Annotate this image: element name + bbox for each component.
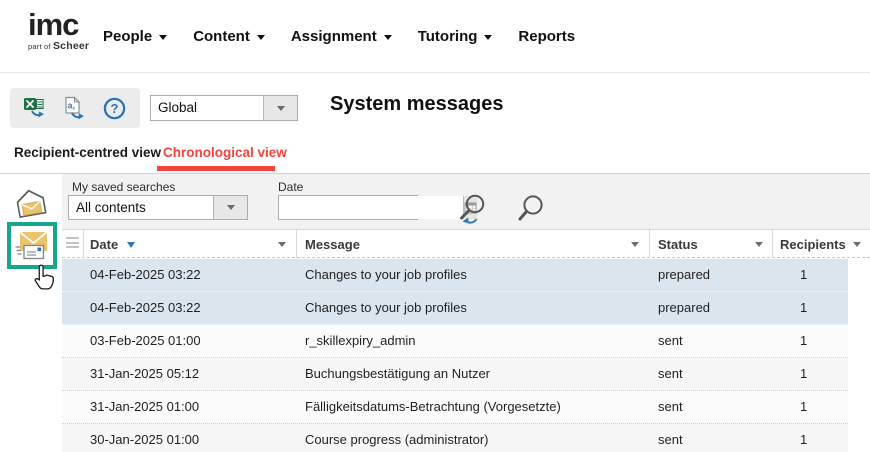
search-icon[interactable] <box>516 193 548 232</box>
message-filter-caret-icon[interactable] <box>631 242 639 247</box>
cell-date: 04-Feb-2025 03:22 <box>62 259 296 291</box>
date-filter-label: Date <box>278 180 303 194</box>
cell-message: Changes to your job profiles <box>296 259 649 291</box>
table-row[interactable]: 30-Jan-2025 01:00 Course progress (admin… <box>62 424 848 452</box>
export-toolbar: a, ? <box>10 88 140 128</box>
chevron-down-icon <box>484 35 492 40</box>
cell-recipients: 1 <box>772 391 848 423</box>
main-menu: People Content Assignment Tutoring Repor… <box>103 0 575 72</box>
table-row[interactable]: 31-Jan-2025 01:00 Fälligkeitsdatums-Betr… <box>62 391 848 424</box>
logo-subtext: part of Scheer <box>28 40 89 52</box>
table-menu-icon[interactable] <box>66 237 79 251</box>
cell-status: sent <box>649 424 772 452</box>
chevron-down-icon <box>227 205 235 210</box>
recipient-view-envelope-icon[interactable] <box>11 188 51 226</box>
cell-date: 31-Jan-2025 01:00 <box>62 391 296 423</box>
cell-message: Changes to your job profiles <box>296 292 649 324</box>
svg-text:a,: a, <box>67 100 75 110</box>
table-row[interactable]: 03-Feb-2025 01:00 r_skillexpiry_admin se… <box>62 325 848 358</box>
cell-date: 30-Jan-2025 01:00 <box>62 424 296 452</box>
cell-status: sent <box>649 358 772 390</box>
column-header-recipients[interactable]: Recipients <box>780 230 846 258</box>
text-export-icon[interactable]: a, <box>62 95 88 121</box>
cell-status: prepared <box>649 292 772 324</box>
cell-date: 03-Feb-2025 01:00 <box>62 325 296 357</box>
excel-export-icon[interactable] <box>23 95 49 121</box>
sort-desc-icon <box>127 242 135 248</box>
help-icon[interactable]: ? <box>101 95 127 121</box>
column-header-status[interactable]: Status <box>658 230 698 258</box>
saved-searches-label: My saved searches <box>72 180 175 194</box>
cell-recipients: 1 <box>772 424 848 452</box>
date-filter-field <box>278 195 418 220</box>
nav-item-assignment[interactable]: Assignment <box>291 28 392 45</box>
cell-message: Fälligkeitsdatums-Betrachtung (Vorgesetz… <box>296 391 649 423</box>
column-divider <box>83 230 84 258</box>
date-input[interactable] <box>279 196 463 219</box>
recipients-filter-caret-icon[interactable] <box>853 242 861 247</box>
nav-item-people[interactable]: People <box>103 28 167 45</box>
table-row[interactable]: 31-Jan-2025 05:12 Buchungsbestätigung an… <box>62 358 848 391</box>
date-filter-caret-icon[interactable] <box>278 242 286 247</box>
table-header: Date Message Status Recipients <box>62 229 870 258</box>
table-row[interactable]: 04-Feb-2025 03:22 Changes to your job pr… <box>62 292 848 325</box>
saved-searches-button[interactable] <box>213 196 247 219</box>
cell-recipients: 1 <box>772 292 848 324</box>
page-title: System messages <box>330 93 503 116</box>
nav-item-content[interactable]: Content <box>193 28 265 45</box>
nav-item-reports[interactable]: Reports <box>518 28 575 45</box>
app-root: imc part of Scheer People Content Assign… <box>0 0 870 452</box>
column-divider <box>296 230 297 258</box>
cell-recipients: 1 <box>772 259 848 291</box>
cell-message: Course progress (administrator) <box>296 424 649 452</box>
saved-searches-value: All contents <box>69 196 213 219</box>
tab-chronological-view[interactable]: Chronological view <box>163 145 287 160</box>
cell-status: sent <box>649 391 772 423</box>
column-header-date[interactable]: Date <box>90 230 135 258</box>
saved-searches-select[interactable]: All contents <box>68 195 248 220</box>
cell-message: r_skillexpiry_admin <box>296 325 649 357</box>
scope-select-button[interactable] <box>263 96 297 120</box>
table-body: 04-Feb-2025 03:22 Changes to your job pr… <box>62 259 848 452</box>
chevron-down-icon <box>384 35 392 40</box>
chevron-down-icon <box>277 106 285 111</box>
nav-item-tutoring[interactable]: Tutoring <box>418 28 493 45</box>
cell-message: Buchungsbestätigung an Nutzer <box>296 358 649 390</box>
logo-text: imc <box>28 10 89 40</box>
cell-recipients: 1 <box>772 325 848 357</box>
cell-status: sent <box>649 325 772 357</box>
scope-select-value: Global <box>151 96 263 120</box>
scope-select[interactable]: Global <box>150 95 298 121</box>
active-tab-underline <box>157 166 275 171</box>
imc-logo[interactable]: imc part of Scheer <box>28 10 89 52</box>
reset-search-icon[interactable] <box>452 191 490 234</box>
chronological-view-envelope-icon[interactable] <box>7 222 57 269</box>
chevron-down-icon <box>257 35 265 40</box>
column-divider <box>772 230 773 258</box>
column-divider <box>649 230 650 258</box>
svg-text:?: ? <box>110 101 118 116</box>
tab-recipient-centred-view[interactable]: Recipient-centred view <box>14 145 161 160</box>
cell-status: prepared <box>649 259 772 291</box>
table-row[interactable]: 04-Feb-2025 03:22 Changes to your job pr… <box>62 259 848 292</box>
cell-date: 31-Jan-2025 05:12 <box>62 358 296 390</box>
cell-recipients: 1 <box>772 358 848 390</box>
column-header-message[interactable]: Message <box>305 230 360 258</box>
top-nav: imc part of Scheer People Content Assign… <box>0 0 870 73</box>
chevron-down-icon <box>159 35 167 40</box>
status-filter-caret-icon[interactable] <box>755 242 763 247</box>
cell-date: 04-Feb-2025 03:22 <box>62 292 296 324</box>
